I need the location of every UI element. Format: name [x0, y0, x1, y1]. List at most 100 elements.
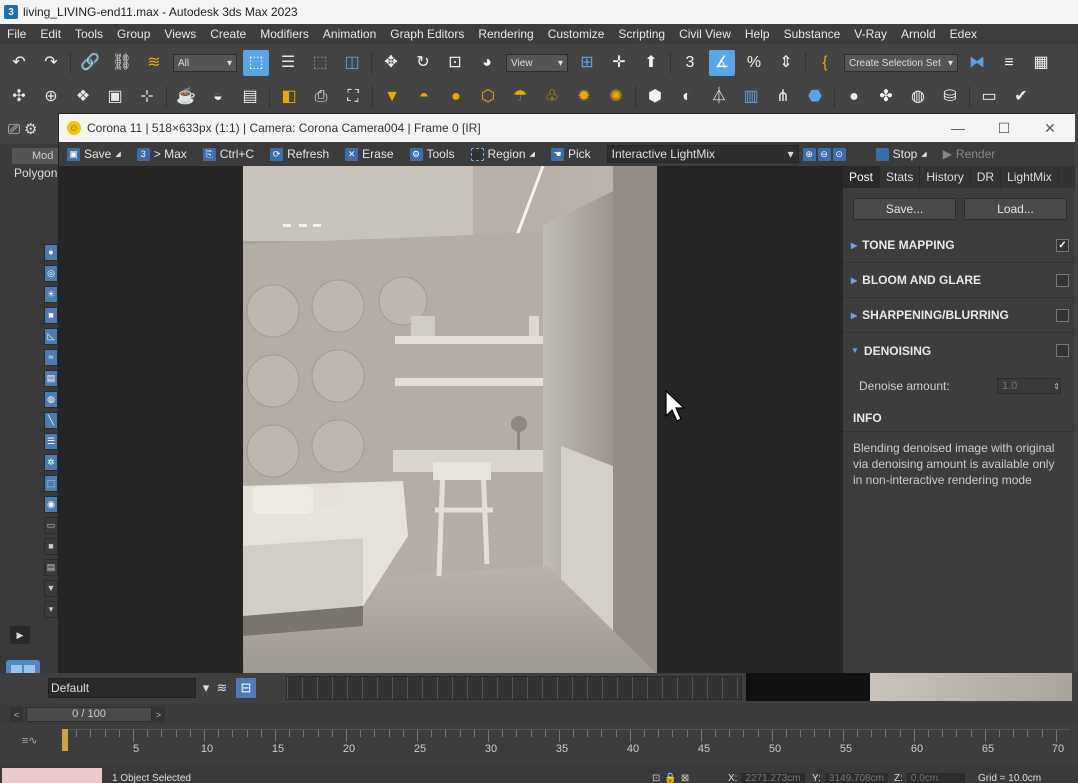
pivot-center-icon[interactable]: ⊞	[574, 50, 600, 76]
corona-proxy-icon[interactable]: ⬢	[642, 84, 668, 110]
pick-button[interactable]: ☚ Pick	[543, 147, 599, 161]
material-converter-icon[interactable]: ⛁	[937, 84, 963, 110]
y-value-field[interactable]: 3149.708cm	[824, 773, 888, 783]
section-denoising[interactable]: ▼ DENOISING	[843, 333, 1075, 368]
maxscript-listener[interactable]	[2, 768, 102, 783]
current-frame-marker[interactable]	[62, 729, 68, 751]
hierarchy-icon[interactable]: ⊹	[134, 84, 160, 110]
page-tool-icon[interactable]: ▤	[44, 559, 58, 576]
tab-post[interactable]: Post	[843, 166, 881, 188]
menu-modifiers[interactable]: Modifiers	[253, 27, 316, 41]
corona-sphere-icon[interactable]: ●	[443, 84, 469, 110]
refresh-button[interactable]: ⟳ Refresh	[262, 147, 337, 161]
target-icon[interactable]: ⊕	[38, 84, 64, 110]
snaps-toggle-icon[interactable]: 3	[677, 50, 703, 76]
snap-tool-icon[interactable]: ⬚	[44, 475, 58, 492]
edit-named-selection-icon[interactable]: {	[812, 50, 838, 76]
tone-mapping-checkbox[interactable]: ✓	[1056, 239, 1069, 252]
bind-space-warp-icon[interactable]: ≋	[141, 50, 167, 76]
corona-ies-icon[interactable]: ♧	[539, 84, 565, 110]
proxy-icon[interactable]: ◧	[276, 84, 302, 110]
bloom-glare-checkbox[interactable]	[1056, 274, 1069, 287]
menu-arnold[interactable]: Arnold	[894, 27, 943, 41]
corona-light-icon[interactable]: ▼	[379, 84, 405, 110]
eye-tool-icon[interactable]: ◉	[44, 496, 58, 513]
tab-history[interactable]: History	[920, 166, 971, 188]
brush-tool-icon[interactable]: ╲	[44, 412, 58, 429]
gear-tool-icon[interactable]: ✲	[44, 454, 58, 471]
section-sharpening-blurring[interactable]: ▶ SHARPENING/BLURRING	[843, 298, 1075, 333]
play-icon[interactable]: ▶	[10, 626, 30, 644]
tools-button[interactable]: ⚙ Tools	[402, 147, 463, 161]
reference-coordinate-dropdown[interactable]: View ▾	[506, 54, 568, 72]
menu-help[interactable]: Help	[738, 27, 777, 41]
align-icon[interactable]: ≡	[996, 50, 1022, 76]
corona-dodecahedron-icon[interactable]: ⬡	[475, 84, 501, 110]
menu-edit[interactable]: Edit	[33, 27, 68, 41]
layer-dropdown[interactable]: Default	[48, 678, 196, 698]
load-preset-button[interactable]: Load...	[964, 198, 1067, 220]
menu-graph-editors[interactable]: Graph Editors	[383, 27, 471, 41]
menu-rendering[interactable]: Rendering	[471, 27, 540, 41]
select-and-place-icon[interactable]: ◕	[474, 50, 500, 76]
camera-icon[interactable]: ⎙	[308, 84, 334, 110]
next-frame-icon[interactable]: >	[152, 707, 165, 722]
percent-snap-icon[interactable]: %	[741, 50, 767, 76]
lightmix-dropdown[interactable]: Interactive LightMix ▾	[606, 145, 799, 163]
corona-burst-icon[interactable]: ✺	[603, 84, 629, 110]
light-tool-icon[interactable]: ☀	[44, 286, 58, 303]
time-slider[interactable]: 0 / 100	[26, 707, 152, 722]
prev-frame-icon[interactable]: <	[10, 707, 23, 722]
menu-edex[interactable]: Edex	[943, 27, 984, 41]
selection-filter-dropdown[interactable]: All ▾	[173, 54, 237, 72]
layers-icon[interactable]: ≋	[212, 678, 232, 698]
redo-icon[interactable]: ↷	[38, 50, 64, 76]
cylinder-tool-icon[interactable]: ◎	[44, 265, 58, 282]
modify-tab[interactable]: Mod	[12, 148, 62, 164]
denoise-amount-spinner[interactable]: 1.0 ⇕	[997, 378, 1061, 394]
corona-slicer-icon[interactable]: ▥	[738, 84, 764, 110]
lock-icon[interactable]: 🔒	[664, 773, 676, 783]
image-icon[interactable]: ▣	[102, 84, 128, 110]
wave-tool-icon[interactable]: ≈	[44, 349, 58, 366]
toggle-scene-explorer-icon[interactable]: ▦	[1028, 50, 1054, 76]
corona-volume-icon[interactable]: ⬣	[802, 84, 828, 110]
isolate-icon[interactable]: ⊡	[652, 773, 660, 783]
select-by-name-icon[interactable]: ☰	[275, 50, 301, 76]
menu-civil-view[interactable]: Civil View	[672, 27, 738, 41]
section-bloom-and-glare[interactable]: ▶ BLOOM AND GLARE	[843, 263, 1075, 298]
to-max-button[interactable]: 3 > Max	[129, 147, 195, 161]
vray-icon[interactable]: ✔	[1008, 84, 1034, 110]
filter-tool-icon[interactable]: ▾	[44, 601, 58, 618]
x-value-field[interactable]: 2271.273cm	[741, 773, 805, 783]
corona-lamp-icon[interactable]: ☂	[507, 84, 533, 110]
denoising-checkbox[interactable]	[1056, 344, 1069, 357]
select-and-move-icon[interactable]: ✥	[378, 50, 404, 76]
rectangular-selection-icon[interactable]: ⬚	[307, 50, 333, 76]
render-setup-icon[interactable]: ▭	[976, 84, 1002, 110]
region-button[interactable]: Region ◢	[463, 147, 543, 161]
corona-sun-icon[interactable]: ✹	[571, 84, 597, 110]
select-and-rotate-icon[interactable]: ↻	[410, 50, 436, 76]
particle-flow-icon[interactable]: ✣	[6, 84, 32, 110]
unlink-icon[interactable]: ⛓	[109, 50, 135, 76]
timeline-track[interactable]: ≡∿ 5 10 15 20 25 30 35 40 45 50 55 60 65…	[0, 725, 1078, 765]
tab-dr[interactable]: DR	[971, 166, 1002, 188]
mirror-icon[interactable]: ⧓	[964, 50, 990, 76]
menu-file[interactable]: File	[0, 27, 33, 41]
layers-tool-icon[interactable]: ▤	[44, 370, 58, 387]
menu-tools[interactable]: Tools	[68, 27, 110, 41]
list-tool-icon[interactable]: ☰	[44, 433, 58, 450]
minimize-icon[interactable]: —	[935, 114, 981, 142]
corona-scatter-icon[interactable]: ⏃	[706, 84, 732, 110]
maximize-icon[interactable]: ☐	[981, 114, 1027, 142]
sphere-tool-icon[interactable]: ●	[44, 244, 58, 261]
viewport-settings-icon[interactable]: ⚙	[24, 120, 37, 138]
curve-editor-icon[interactable]: ≡∿	[22, 734, 38, 747]
zoom-in-icon[interactable]: ⊕	[802, 147, 816, 161]
menu-views[interactable]: Views	[157, 27, 203, 41]
shapes-icon[interactable]: ❖	[70, 84, 96, 110]
material-tool-icon[interactable]: ◍	[44, 391, 58, 408]
material-browser-icon[interactable]: ◍	[905, 84, 931, 110]
layer-explorer-icon[interactable]: ⊟	[236, 678, 256, 698]
